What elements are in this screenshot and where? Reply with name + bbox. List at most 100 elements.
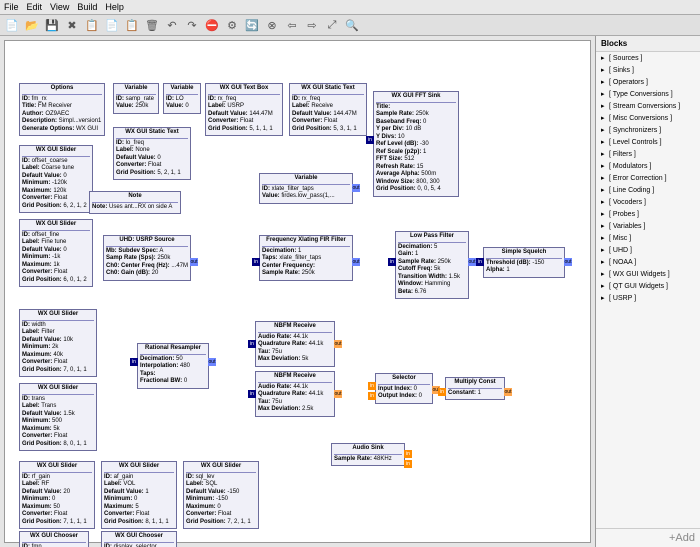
generate-icon[interactable]: ⚙: [224, 17, 240, 33]
port-in0[interactable]: in: [368, 382, 376, 390]
block-var-lo[interactable]: Variable ID: LOValue: 0: [163, 83, 201, 114]
sidebar-item-19[interactable]: ▸[ QT GUI Widgets ]: [596, 280, 700, 292]
forward-icon[interactable]: ⇨: [304, 17, 320, 33]
block-slider-rf[interactable]: WX GUI Slider ID: rf_gainLabel: RFDefaul…: [19, 461, 95, 529]
block-chooser-fmn[interactable]: WX GUI Chooser ID: fmn: [19, 531, 89, 547]
sidebar-item-18[interactable]: ▸[ WX GUI Widgets ]: [596, 268, 700, 280]
sidebar-item-13[interactable]: ▸[ Probes ]: [596, 208, 700, 220]
block-note[interactable]: Note Note: Uses ant...RX on side A: [89, 191, 181, 214]
block-audio[interactable]: Audio Sink Sample Rate: 48KHz in in: [331, 443, 405, 466]
block-slider-coarse[interactable]: WX GUI Slider ID: offset_coarseLabel: Co…: [19, 145, 93, 213]
block-slider-sql[interactable]: WX GUI Slider ID: sql_levLabel: SQLDefau…: [183, 461, 259, 529]
block-selector[interactable]: Selector Input Index: 0Output Index: 0 i…: [375, 373, 433, 404]
open-icon[interactable]: 📂: [24, 17, 40, 33]
port-in1[interactable]: in: [368, 392, 376, 400]
port-out[interactable]: out: [564, 258, 572, 266]
stop-icon[interactable]: ⛔: [204, 17, 220, 33]
port-in[interactable]: in: [248, 390, 256, 398]
block-squelch[interactable]: Simple Squelch Threshold (dB): -150Alpha…: [483, 247, 565, 278]
port-in[interactable]: in: [252, 258, 260, 266]
port-in1[interactable]: in: [404, 460, 412, 468]
copy-icon[interactable]: 📄: [104, 17, 120, 33]
sidebar-item-8[interactable]: ▸[ Filters ]: [596, 148, 700, 160]
sidebar-title: Blocks: [596, 36, 700, 52]
block-fft[interactable]: WX GUI FFT Sink Title:Sample Rate: 250kB…: [373, 91, 459, 197]
block-usrp[interactable]: UHD: USRP Source Mb: Subdev Spec: ASamp …: [103, 235, 191, 281]
flowgraph-canvas[interactable]: Options ID: fm_rxTitle: FM ReceiverAutho…: [4, 40, 591, 543]
rotate-icon[interactable]: ⤢: [324, 17, 340, 33]
sidebar-item-2[interactable]: ▸[ Operators ]: [596, 76, 700, 88]
block-var-taps[interactable]: Variable ID: xlate_filter_tapsValue: fir…: [259, 173, 353, 204]
port-in[interactable]: in: [248, 340, 256, 348]
sidebar-item-20[interactable]: ▸[ USRP ]: [596, 292, 700, 304]
sidebar-item-17[interactable]: ▸[ NOAA ]: [596, 256, 700, 268]
reload-icon[interactable]: 🔄: [244, 17, 260, 33]
block-fir[interactable]: Frequency Xlating FIR Filter Decimation:…: [259, 235, 353, 281]
block-slider-trans[interactable]: WX GUI Slider ID: transLabel: TransDefau…: [19, 383, 97, 451]
cut-icon[interactable]: 📋: [84, 17, 100, 33]
new-icon[interactable]: 📄: [4, 17, 20, 33]
port-out[interactable]: out: [190, 258, 198, 266]
sidebar-item-12[interactable]: ▸[ Vocoders ]: [596, 196, 700, 208]
blocks-sidebar: Blocks ▸[ Sources ]▸[ Sinks ]▸[ Operator…: [595, 36, 700, 547]
menu-file[interactable]: File: [4, 2, 19, 12]
menu-view[interactable]: View: [50, 2, 69, 12]
block-textbox[interactable]: WX GUI Text Box ID: rx_freqLabel: USRPDe…: [205, 83, 283, 136]
kill-icon[interactable]: ⊗: [264, 17, 280, 33]
paste-icon[interactable]: 📋: [124, 17, 140, 33]
block-slider-width[interactable]: WX GUI Slider ID: widthLabel: FilterDefa…: [19, 309, 97, 377]
port-out[interactable]: out: [352, 258, 360, 266]
sidebar-item-6[interactable]: ▸[ Synchronizers ]: [596, 124, 700, 136]
sidebar-item-11[interactable]: ▸[ Line Coding ]: [596, 184, 700, 196]
port-out[interactable]: out: [208, 358, 216, 366]
port-out[interactable]: out: [468, 258, 476, 266]
port-in[interactable]: in: [366, 136, 374, 144]
redo-icon[interactable]: ↷: [184, 17, 200, 33]
port-in[interactable]: in: [388, 258, 396, 266]
sidebar-item-10[interactable]: ▸[ Error Correction ]: [596, 172, 700, 184]
block-mult[interactable]: Multiply Const Constant: 1 in out: [445, 377, 505, 400]
port-out[interactable]: out: [504, 388, 512, 396]
block-nbfm2[interactable]: NBFM Receive Audio Rate: 44.1kQuadrature…: [255, 371, 335, 417]
sidebar-item-5[interactable]: ▸[ Misc Conversions ]: [596, 112, 700, 124]
port-in0[interactable]: in: [404, 450, 412, 458]
sidebar-item-14[interactable]: ▸[ Variables ]: [596, 220, 700, 232]
sidebar-item-4[interactable]: ▸[ Stream Conversions ]: [596, 100, 700, 112]
close-icon[interactable]: ✖: [64, 17, 80, 33]
sidebar-item-0[interactable]: ▸[ Sources ]: [596, 52, 700, 64]
sidebar-item-7[interactable]: ▸[ Level Controls ]: [596, 136, 700, 148]
block-var-samp[interactable]: Variable ID: samp_rateValue: 250k: [113, 83, 159, 114]
add-block-button[interactable]: +Add: [596, 528, 700, 547]
sidebar-item-16[interactable]: ▸[ UHD ]: [596, 244, 700, 256]
block-static-lo[interactable]: WX GUI Static Text ID: lo_freqLabel: Non…: [113, 127, 191, 180]
block-nbfm1[interactable]: NBFM Receive Audio Rate: 44.1kQuadrature…: [255, 321, 335, 367]
sidebar-item-1[interactable]: ▸[ Sinks ]: [596, 64, 700, 76]
back-icon[interactable]: ⇦: [284, 17, 300, 33]
sidebar-item-15[interactable]: ▸[ Misc ]: [596, 232, 700, 244]
block-chooser-disp[interactable]: WX GUI Chooser ID: display_selector: [101, 531, 177, 547]
zoom-icon[interactable]: 🔍: [344, 17, 360, 33]
block-resamp[interactable]: Rational Resampler Decimation: 50Interpo…: [137, 343, 209, 389]
sidebar-item-9[interactable]: ▸[ Modulators ]: [596, 160, 700, 172]
port-in[interactable]: in: [130, 358, 138, 366]
block-static-rx[interactable]: WX GUI Static Text ID: rx_freqLabel: Rec…: [289, 83, 367, 136]
port-out[interactable]: out: [352, 184, 360, 192]
port-in[interactable]: in: [438, 388, 446, 396]
save-icon[interactable]: 💾: [44, 17, 60, 33]
undo-icon[interactable]: ↶: [164, 17, 180, 33]
menu-edit[interactable]: Edit: [27, 2, 43, 12]
port-in[interactable]: in: [476, 258, 484, 266]
block-slider-fine[interactable]: WX GUI Slider ID: offset_fineLabel: Fine…: [19, 219, 93, 287]
port-out[interactable]: out: [334, 390, 342, 398]
menubar: File Edit View Build Help: [0, 0, 700, 15]
delete-icon[interactable]: 🗑: [144, 17, 160, 33]
block-lpf[interactable]: Low Pass Filter Decimation: 5Gain: 1Samp…: [395, 231, 469, 299]
sidebar-list: ▸[ Sources ]▸[ Sinks ]▸[ Operators ]▸[ T…: [596, 52, 700, 304]
block-slider-af[interactable]: WX GUI Slider ID: af_gainLabel: VOLDefau…: [101, 461, 177, 529]
block-options[interactable]: Options ID: fm_rxTitle: FM ReceiverAutho…: [19, 83, 105, 136]
sidebar-item-3[interactable]: ▸[ Type Conversions ]: [596, 88, 700, 100]
menu-help[interactable]: Help: [105, 2, 124, 12]
port-out[interactable]: out: [334, 340, 342, 348]
menu-build[interactable]: Build: [77, 2, 97, 12]
toolbar: 📄 📂 💾 ✖ 📋 📄 📋 🗑 ↶ ↷ ⛔ ⚙ 🔄 ⊗ ⇦ ⇨ ⤢ 🔍: [0, 15, 700, 36]
